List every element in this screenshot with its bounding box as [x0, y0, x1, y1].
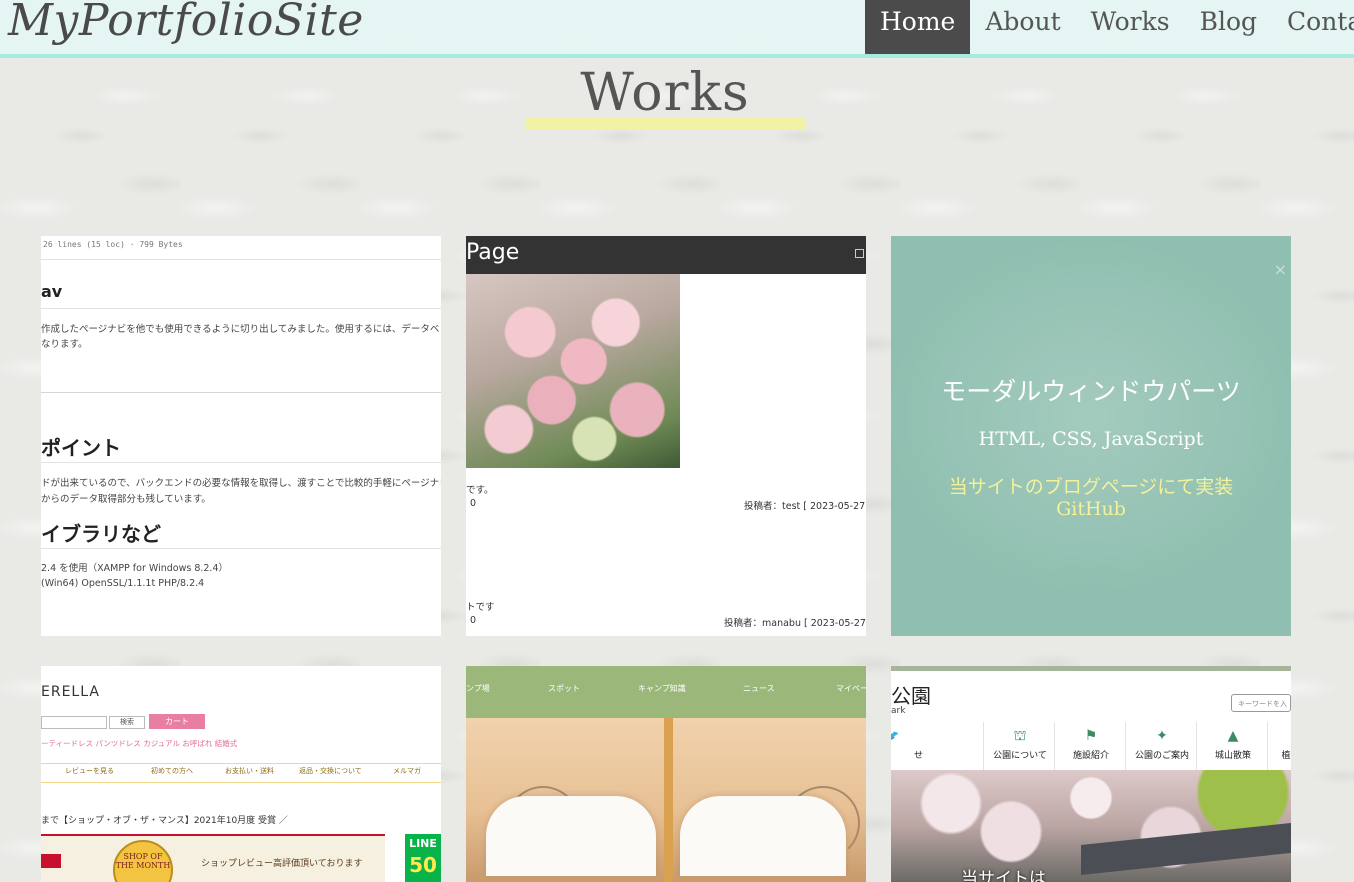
bed-right [680, 796, 846, 876]
body-text: なります。 [41, 339, 88, 350]
camp-nav-item: スポット [548, 684, 580, 693]
body-text: (Win64) OpenSSL/1.1.1t PHP/8.2.4 [41, 578, 205, 589]
github-link[interactable]: GitHub [891, 498, 1291, 520]
park-subtitle: ark [891, 706, 906, 716]
window-title: Page [466, 240, 520, 265]
signpost-icon: ⚑ [1084, 728, 1098, 744]
nav-blog[interactable]: Blog [1185, 0, 1272, 54]
park-nav-item: ✦ 公園のご案内 [1125, 722, 1198, 770]
park-nav-item: ▲ 城山散策 [1196, 722, 1269, 770]
post-count: 0 [470, 498, 477, 509]
post-count: 0 [470, 615, 477, 626]
camp-nav-item: キャンプ知識 [638, 684, 686, 693]
nav-contact[interactable]: Contact [1272, 0, 1354, 54]
demo-link[interactable]: 当サイトのブログページにて実装 [891, 472, 1291, 499]
work-card-camp-site[interactable]: ンプ場 スポット キャンプ知識 ニュース マイペー [466, 666, 866, 882]
nav-home[interactable]: Home [865, 0, 971, 54]
top-stripe [891, 666, 1291, 671]
award-banner: SHOP OF THE MONTH ショップレビュー高評価頂いております [41, 834, 385, 882]
camp-nav-item: マイペー [836, 684, 866, 693]
park-nav-item: ⚑ 施設紹介 [1054, 722, 1127, 770]
work-card-modal-window[interactable]: × モーダルウィンドウパーツ HTML, CSS, JavaScript 当サイ… [891, 236, 1291, 636]
cart-button: カート [149, 714, 205, 729]
park-name: 公園 [891, 684, 931, 708]
bed-left [486, 796, 656, 876]
post-text: トです [466, 602, 495, 613]
twitter-icon: 🐦 [891, 728, 927, 744]
post-meta: 投稿者：manabu [ 2023-05-27 [724, 618, 866, 629]
work-card-park-site[interactable]: 公園 ark キーワードを入 🐦 せ ⛫ 公園について ⚑ 施設紹介 ✦ 公園の… [891, 666, 1291, 882]
maximize-icon [855, 249, 864, 258]
work-card-blog-page[interactable]: Page です。 0 投稿者：test [ 2023-05-27 トです 0 投… [466, 236, 866, 636]
window-titlebar: Page [466, 236, 866, 274]
tent-pole [664, 718, 673, 882]
award-text: まで【ショップ・オブ・ザ・マンス】2021年10月度 受賞 ／ [41, 816, 288, 826]
close-icon: × [1273, 260, 1287, 279]
category-links: ーティードレス パンツドレス カジュアル お呼ばれ 結婚式 [41, 739, 238, 748]
tab-reviews: レビューを見る [65, 767, 114, 775]
section-heading: av [41, 282, 63, 301]
line-promo: LINE 50 [405, 834, 441, 882]
post-meta: 投稿者：test [ 2023-05-27 [744, 501, 866, 512]
camp-nav-item: ンプ場 [466, 684, 490, 693]
body-text: 2.4 を使用（XAMPP for Windows 8.2.4） [41, 563, 228, 574]
work-tech: HTML, CSS, JavaScript [978, 428, 1204, 450]
shop-of-month-badge: SHOP OF THE MONTH [113, 840, 173, 882]
hydrangea-photo [466, 274, 680, 468]
divider [41, 462, 441, 463]
park-nav-item: ⛫ 公園について [983, 722, 1056, 770]
site-logo[interactable]: MyPortfolioSite [8, 0, 364, 46]
tab-newsletter: メルマガ [393, 767, 421, 775]
keyword-search-input: キーワードを入 [1231, 694, 1291, 712]
main-nav: Home About Works Blog Contact [865, 0, 1354, 54]
signpost-icon: ✦ [1156, 728, 1168, 744]
body-text: からのデータ取得部分も残しています。 [41, 494, 211, 505]
park-nav-item: 🐦 せ [891, 722, 927, 770]
nav-works[interactable]: Works [1076, 0, 1185, 54]
divider [41, 392, 441, 393]
divider [41, 259, 441, 260]
building-icon: ⛫ [1013, 728, 1027, 744]
file-info: 26 lines (15 loc) · 799 Bytes [43, 240, 183, 249]
line-label: LINE [409, 837, 437, 850]
nav-about[interactable]: About [970, 0, 1075, 54]
divider [41, 308, 441, 309]
tab-payment: お支払い・送料 [225, 767, 274, 775]
work-card-pagenav[interactable]: 26 lines (15 loc) · 799 Bytes av 作成したページ… [41, 236, 441, 636]
site-header: MyPortfolioSite Home About Works Blog Co… [0, 0, 1354, 58]
photo-caption: 当サイトは [961, 869, 1046, 882]
section-heading: ポイント [41, 436, 121, 460]
shop-brand: ERELLA [41, 684, 100, 700]
banner-text: ショップレビュー高評価頂いております [201, 859, 363, 869]
divider [41, 548, 441, 549]
section-heading: イブラリなど [41, 522, 161, 546]
camp-nav-item: ニュース [743, 684, 775, 693]
banner-accent [41, 854, 61, 868]
body-text: 作成したページナビを他でも使用できるように切り出してみました。使用するには、デー… [41, 324, 440, 335]
tab-first-time: 初めての方へ [151, 767, 193, 775]
work-card-dress-shop[interactable]: ERELLA 検索 カート ーティードレス パンツドレス カジュアル お呼ばれ … [41, 666, 441, 882]
mountain-icon: ▲ [1227, 728, 1239, 744]
plant-icon: ✿ [1268, 728, 1291, 744]
body-text: ドが出来ているので、バックエンドの必要な情報を取得し、渡すことで比較的手軽にペー… [41, 478, 441, 489]
search-input [41, 716, 107, 729]
search-button: 検索 [109, 716, 145, 729]
park-nav-item: ✿ 植物や動物 [1267, 722, 1291, 770]
line-number: 50 [409, 853, 437, 877]
post-text: です。 [466, 485, 494, 496]
tab-returns: 返品・交換について [299, 767, 362, 775]
title-underline [526, 118, 806, 130]
work-title: モーダルウィンドウパーツ [941, 377, 1241, 406]
card-overlay: × モーダルウィンドウパーツ HTML, CSS, JavaScript 当サイ… [891, 236, 1291, 636]
